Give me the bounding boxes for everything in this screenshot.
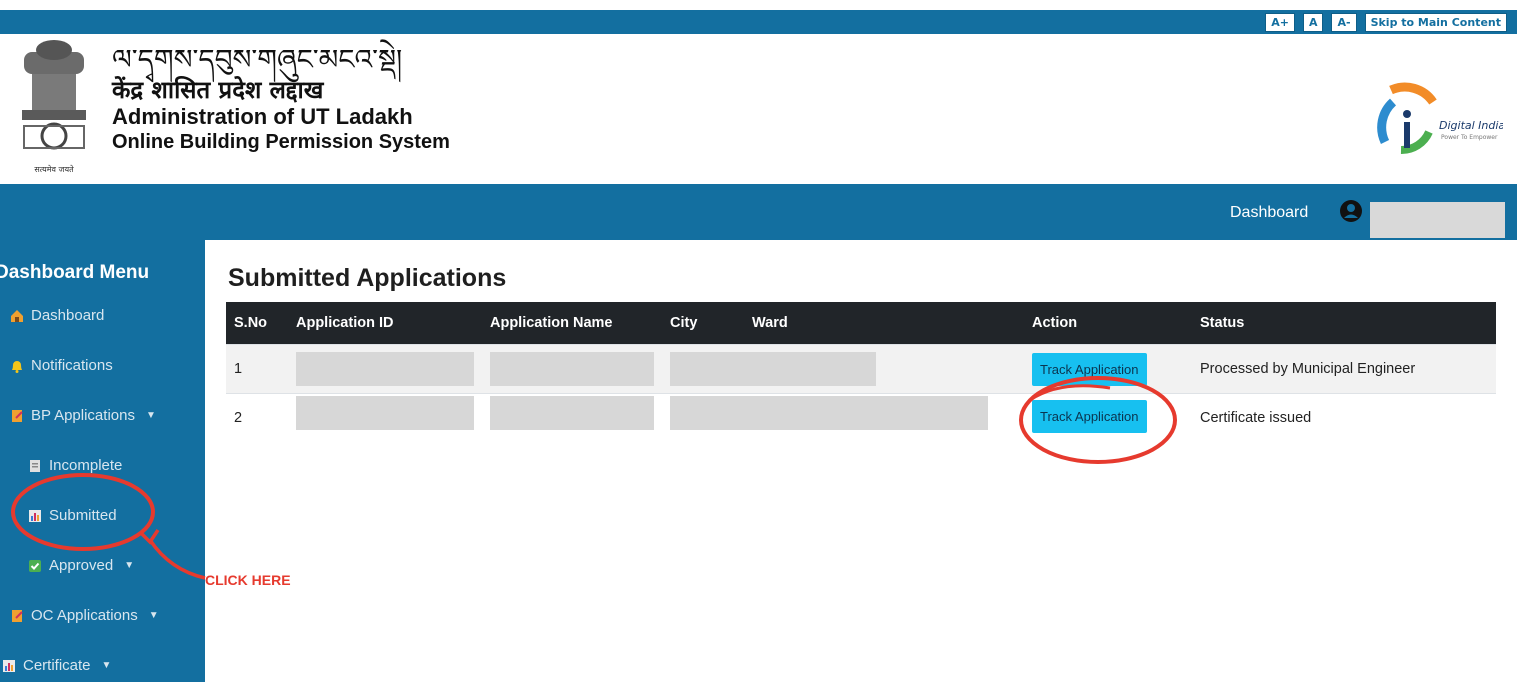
clipboard-icon bbox=[30, 459, 40, 472]
sidebar-item-oc-applications[interactable]: OC Applications ▼ bbox=[10, 607, 159, 624]
redacted-value bbox=[296, 352, 474, 386]
applications-table: S.No Application ID Application Name Cit… bbox=[226, 302, 1496, 458]
accessibility-bar: A+ A A- Skip to Main Content bbox=[0, 10, 1517, 34]
redacted-value bbox=[670, 352, 744, 386]
sidebar-item-submitted[interactable]: Submitted bbox=[28, 507, 117, 524]
sidebar-item-label: Certificate bbox=[23, 657, 91, 674]
column-header: Application Name bbox=[482, 302, 662, 345]
column-header: City bbox=[662, 302, 744, 345]
sidebar-item-label: OC Applications bbox=[31, 607, 138, 624]
cell-application-name bbox=[482, 344, 662, 394]
checkbox-icon bbox=[29, 559, 41, 572]
chevron-down-icon: ▼ bbox=[148, 610, 159, 621]
redacted-value bbox=[296, 396, 474, 430]
top-spacer bbox=[0, 0, 1517, 10]
sidebar-item-approved[interactable]: Approved ▼ bbox=[28, 557, 134, 574]
sidebar-item-notifications[interactable]: Notifications bbox=[10, 357, 113, 374]
cell-status: Certificate issued bbox=[1192, 393, 1496, 458]
user-circle-icon[interactable] bbox=[1340, 200, 1362, 222]
page-title: Submitted Applications bbox=[228, 264, 507, 292]
cell-ward bbox=[744, 393, 1024, 458]
site-subtitle: Online Building Permission System bbox=[112, 131, 450, 153]
house-icon bbox=[11, 309, 23, 322]
sidebar-title: Dashboard Menu bbox=[0, 262, 150, 283]
top-navbar: Dashboard bbox=[0, 184, 1517, 240]
cell-sno: 1 bbox=[226, 344, 288, 394]
cell-application-id bbox=[288, 344, 482, 394]
redacted-value bbox=[490, 352, 654, 386]
sidebar-item-label: BP Applications bbox=[31, 407, 135, 424]
track-application-button[interactable]: Track Application bbox=[1032, 352, 1147, 386]
font-increase-button[interactable]: A+ bbox=[1265, 13, 1295, 32]
digital-india-logo: Digital India Power To Empower bbox=[1377, 82, 1503, 155]
click-here-label: CLICK HERE bbox=[205, 572, 291, 588]
site-header: सत्यमेव जयते ལ་དྭགས་དབུས་གཞུང་མངའ་སྡེ། क… bbox=[0, 34, 1517, 184]
cell-sno: 2 bbox=[226, 393, 288, 458]
skip-to-main-content-link[interactable]: Skip to Main Content bbox=[1364, 13, 1507, 32]
cell-ward bbox=[744, 344, 1024, 394]
cell-status: Processed by Municipal Engineer bbox=[1192, 344, 1496, 394]
sidebar-item-bp-applications[interactable]: BP Applications ▼ bbox=[10, 407, 156, 424]
sidebar-item-certificate[interactable]: Certificate ▼ bbox=[2, 657, 111, 674]
bar-chart-icon bbox=[3, 659, 15, 672]
title-hindi: केंद्र शासित प्रदेश लद्दाख bbox=[112, 76, 324, 104]
document-icon bbox=[12, 609, 23, 622]
redacted-value bbox=[744, 352, 876, 386]
chevron-down-icon: ▼ bbox=[145, 410, 156, 421]
bell-icon bbox=[12, 360, 22, 373]
sidebar: Dashboard Menu Dashboard Notifications B… bbox=[0, 240, 205, 682]
redacted-value bbox=[744, 396, 988, 430]
svg-text:सत्यमेव जयते: सत्यमेव जयते bbox=[34, 164, 74, 174]
redacted-value bbox=[490, 396, 654, 430]
track-application-button[interactable]: Track Application bbox=[1032, 400, 1147, 433]
cell-action: Track Application bbox=[1024, 393, 1192, 458]
svg-text:Digital India: Digital India bbox=[1439, 119, 1503, 132]
redacted-value bbox=[670, 396, 744, 430]
sidebar-item-dashboard[interactable]: Dashboard bbox=[10, 307, 104, 324]
svg-text:Power To Empower: Power To Empower bbox=[1441, 134, 1498, 141]
table-row: 2 Track Application Certificate issued bbox=[226, 393, 1496, 458]
cell-application-id bbox=[288, 393, 482, 458]
cell-city bbox=[662, 393, 744, 458]
cell-city bbox=[662, 344, 744, 394]
column-header: Action bbox=[1024, 302, 1192, 345]
column-header: S.No bbox=[226, 302, 288, 345]
sidebar-item-incomplete[interactable]: Incomplete bbox=[28, 457, 122, 474]
table-header-row: S.No Application ID Application Name Cit… bbox=[226, 302, 1496, 345]
font-normal-button[interactable]: A bbox=[1302, 13, 1324, 32]
table-row: 1 Track Application Processed by Municip… bbox=[226, 344, 1496, 394]
sidebar-item-label: Dashboard bbox=[31, 307, 105, 324]
title-english: Administration of UT Ladakh bbox=[112, 104, 413, 129]
sidebar-item-label: Notifications bbox=[31, 357, 113, 374]
nav-dashboard-link[interactable]: Dashboard bbox=[1230, 204, 1308, 222]
sidebar-item-label: Incomplete bbox=[49, 457, 123, 474]
document-icon bbox=[12, 409, 23, 422]
cell-action: Track Application bbox=[1024, 344, 1192, 394]
national-emblem-icon: सत्यमेव जयते bbox=[22, 40, 86, 174]
bar-chart-icon bbox=[29, 509, 41, 522]
chevron-down-icon: ▼ bbox=[101, 660, 112, 671]
column-header: Status bbox=[1192, 302, 1496, 345]
column-header: Application ID bbox=[288, 302, 482, 345]
user-name-redacted[interactable] bbox=[1370, 202, 1505, 238]
chevron-down-icon: ▼ bbox=[124, 560, 135, 571]
cell-application-name bbox=[482, 393, 662, 458]
title-tibetan: ལ་དྭགས་དབུས་གཞུང་མངའ་སྡེ། bbox=[112, 43, 403, 76]
sidebar-item-label: Submitted bbox=[49, 507, 117, 524]
font-decrease-button[interactable]: A- bbox=[1331, 13, 1357, 32]
sidebar-item-label: Approved bbox=[49, 557, 114, 574]
column-header: Ward bbox=[744, 302, 1024, 345]
